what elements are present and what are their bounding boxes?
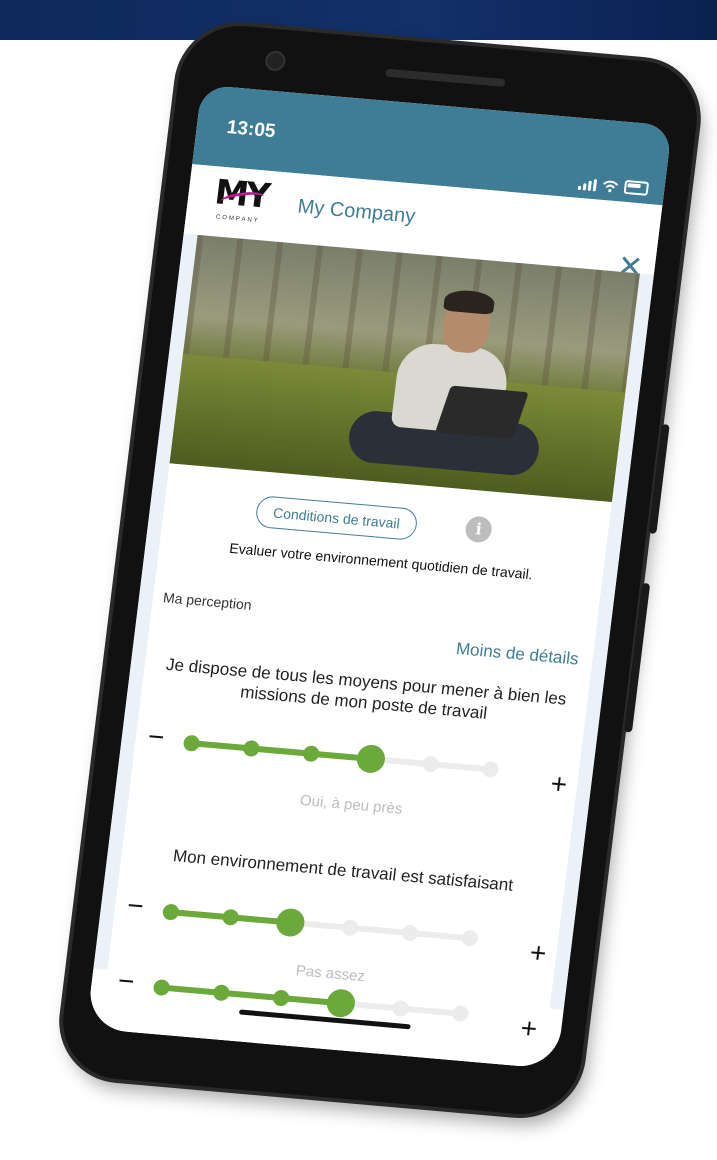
survey-card: Conditions de travail i Evaluer votre en…	[100, 234, 640, 1069]
slider-step[interactable]	[161, 903, 180, 921]
slider-fill	[191, 740, 372, 762]
slider-step[interactable]	[391, 999, 410, 1018]
slider-step[interactable]	[460, 929, 479, 947]
slider-fill	[161, 984, 342, 1007]
battery-icon	[623, 179, 650, 196]
plus-icon[interactable]: +	[519, 1012, 539, 1044]
logo-subtext: COMPANY	[215, 214, 260, 225]
minus-icon[interactable]: −	[146, 721, 166, 753]
slider-track[interactable]	[182, 734, 500, 779]
status-icons	[577, 176, 650, 196]
phone-body: 13:05 MY COMPANY My Company ✕ Conditions…	[56, 20, 704, 1120]
question-2-text: Mon environnement de travail est satisfa…	[172, 846, 515, 895]
camera-icon	[264, 50, 287, 72]
slider-step[interactable]	[341, 919, 360, 937]
slider-step[interactable]	[221, 908, 240, 926]
background-band	[0, 0, 717, 40]
details-toggle-link[interactable]: Moins de détails	[455, 639, 580, 670]
power-button	[648, 423, 670, 534]
volume-button	[623, 582, 651, 733]
slider-step[interactable]	[242, 739, 261, 758]
perception-label: Ma perception	[162, 589, 253, 613]
company-logo: MY COMPANY	[211, 172, 283, 231]
slider-thumb[interactable]	[325, 988, 357, 1019]
phone-mockup: 13:05 MY COMPANY My Company ✕ Conditions…	[56, 20, 704, 1120]
content-area: Conditions de travail i Evaluer votre en…	[86, 233, 654, 1070]
plus-icon[interactable]: +	[528, 937, 548, 969]
slider-thumb[interactable]	[274, 907, 307, 938]
status-time: 13:05	[225, 117, 277, 143]
slider-thumb[interactable]	[355, 743, 387, 775]
slider-step[interactable]	[212, 984, 231, 1002]
minus-icon[interactable]: −	[116, 965, 136, 997]
plus-icon[interactable]: +	[549, 768, 569, 800]
photo-laptop	[435, 385, 529, 440]
slider-step[interactable]	[421, 755, 440, 773]
slider-step[interactable]	[481, 760, 500, 779]
slider-step[interactable]	[451, 1005, 470, 1023]
wifi-icon	[603, 180, 619, 193]
slider-step[interactable]	[182, 734, 201, 752]
phone-screen: 13:05 MY COMPANY My Company ✕ Conditions…	[86, 84, 673, 1070]
slider-step[interactable]	[302, 745, 321, 763]
hero-photo	[169, 234, 640, 502]
slider-step[interactable]	[152, 978, 171, 997]
info-icon[interactable]: i	[464, 515, 494, 544]
survey-subtitle: Evaluer votre environnement quotidien de…	[228, 539, 534, 583]
app-title: My Company	[296, 195, 417, 228]
slider-step[interactable]	[272, 989, 291, 1007]
question-1-text: Je dispose de tous les moyens pour mener…	[165, 654, 568, 723]
signal-icon	[577, 178, 598, 192]
speaker-grille	[385, 68, 506, 88]
minus-icon[interactable]: −	[126, 889, 146, 921]
slider-track[interactable]	[161, 903, 479, 947]
category-chip[interactable]: Conditions de travail	[254, 495, 419, 541]
slider-step[interactable]	[400, 924, 419, 942]
